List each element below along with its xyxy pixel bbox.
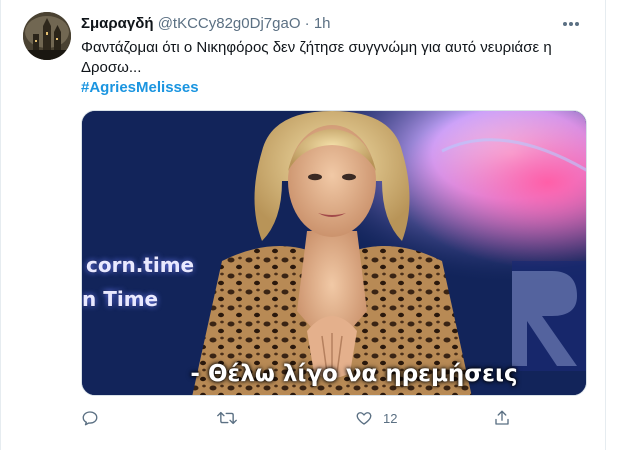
tweet-timestamp[interactable]: 1h xyxy=(314,15,331,32)
like-button[interactable]: 12 xyxy=(355,404,397,432)
reply-icon xyxy=(82,411,98,426)
watermark-line2: n Time xyxy=(82,287,159,311)
tweet-text: Φαντάζομαι ότι ο Νικηφόρος δεν ζήτησε συ… xyxy=(81,39,552,76)
more-horizontal-icon xyxy=(563,22,579,26)
more-options-button[interactable] xyxy=(559,14,583,34)
author-handle[interactable]: @tKCCy82g0Dj7gaO xyxy=(158,15,301,32)
tweet-media-image[interactable]: corn.time n Time - Θέλω λίγο να ηρεμήσει… xyxy=(81,110,587,396)
share-button[interactable] xyxy=(493,404,511,432)
retweet-icon xyxy=(217,411,237,425)
separator-dot: · xyxy=(304,15,310,32)
avatar[interactable] xyxy=(23,12,71,60)
like-icon xyxy=(356,412,372,425)
tweet-card[interactable]: Σμαραγδή @tKCCy82g0Dj7gaO · 1h Φαντάζομα… xyxy=(0,0,606,450)
reply-button[interactable] xyxy=(81,404,99,432)
media-subtitle: - Θέλω λίγο να ηρεμήσεις xyxy=(190,361,518,387)
castle-avatar-image xyxy=(23,12,71,60)
retweet-button[interactable] xyxy=(217,404,237,432)
share-icon xyxy=(495,410,509,425)
tweet-header: Σμαραγδή @tKCCy82g0Dj7gaO · 1h xyxy=(81,14,587,34)
tweet-actions: 12 xyxy=(81,404,591,432)
hashtag-link[interactable]: #AgriesMelisses xyxy=(81,78,199,98)
watermark-line1: corn.time xyxy=(86,253,195,277)
like-count: 12 xyxy=(383,410,398,426)
author-name[interactable]: Σμαραγδή xyxy=(81,15,154,32)
